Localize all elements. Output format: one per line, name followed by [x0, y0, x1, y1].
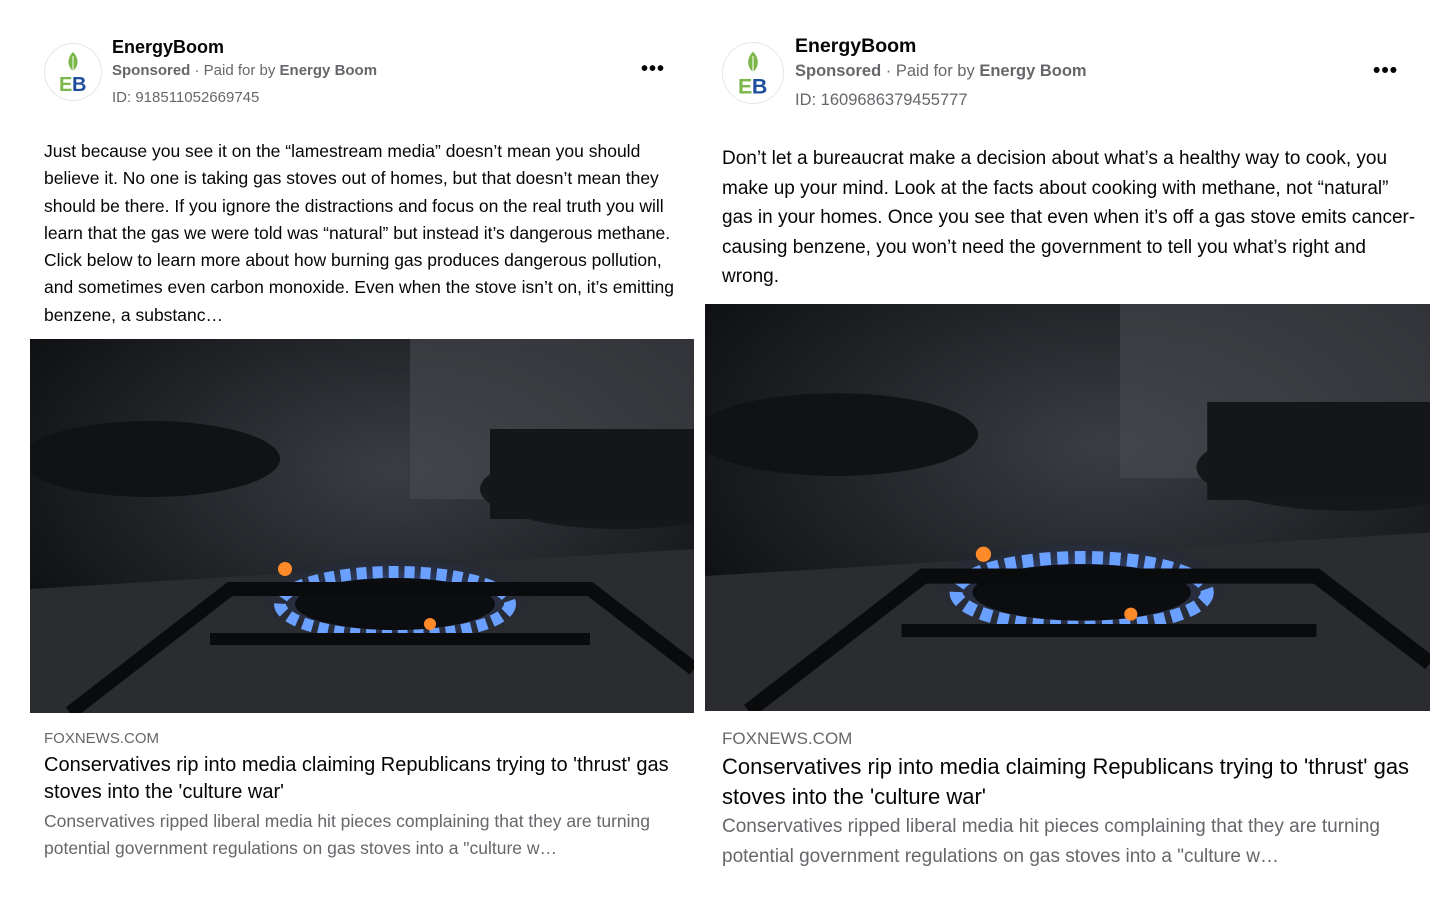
svg-text:E: E	[59, 74, 72, 96]
link-description[interactable]: Conservatives ripped liberal media hit p…	[722, 812, 1422, 871]
energyboom-logo-icon: E B	[738, 51, 767, 98]
advertiser-avatar[interactable]: E B	[44, 43, 102, 101]
sponsored-label: Sponsored	[112, 62, 191, 79]
link-description[interactable]: Conservatives ripped liberal media hit p…	[44, 808, 684, 862]
paid-for-prefix: · Paid for by	[881, 62, 980, 80]
svg-text:B: B	[752, 74, 767, 98]
advertiser-avatar[interactable]: E B	[722, 42, 784, 104]
gas-stove-burner-image	[30, 339, 694, 713]
ad-body-text: Don’t let a bureaucrat make a decision a…	[722, 148, 1416, 288]
ad-id: ID: 918511052669745	[112, 89, 260, 106]
more-options-icon[interactable]: •••	[1373, 59, 1398, 83]
sponsored-line: Sponsored · Paid for by Energy Boom	[112, 62, 377, 79]
svg-text:E: E	[738, 74, 752, 98]
advertiser-name[interactable]: EnergyBoom	[112, 37, 224, 58]
gas-stove-burner-image	[705, 304, 1430, 711]
ad-id: ID: 1609686379455777	[795, 91, 968, 109]
ad-body-text: Just because you see it on the “lamestre…	[44, 141, 675, 325]
ad-card-1: E B EnergyBoom Sponsored · Paid for by E…	[0, 0, 705, 901]
sponsored-label: Sponsored	[795, 62, 882, 80]
link-headline[interactable]: Conservatives rip into media claiming Re…	[722, 752, 1422, 812]
link-headline[interactable]: Conservatives rip into media claiming Re…	[44, 752, 684, 806]
paid-for-prefix: · Paid for by	[190, 62, 280, 79]
ad-image-gas-stove[interactable]	[705, 304, 1430, 711]
more-options-icon[interactable]: •••	[641, 58, 665, 81]
paid-for-by-name[interactable]: Energy Boom	[280, 62, 378, 79]
sponsored-line: Sponsored · Paid for by Energy Boom	[795, 62, 1087, 81]
energyboom-logo-icon: E B	[59, 52, 86, 96]
ad-image-gas-stove[interactable]	[30, 339, 694, 713]
ad-card-2: E B EnergyBoom Sponsored · Paid for by E…	[705, 0, 1456, 901]
link-domain[interactable]: FOXNEWS.COM	[44, 730, 159, 747]
svg-text:B: B	[72, 74, 86, 96]
link-domain[interactable]: FOXNEWS.COM	[722, 729, 852, 749]
advertiser-name[interactable]: EnergyBoom	[795, 35, 916, 58]
paid-for-by-name[interactable]: Energy Boom	[979, 62, 1086, 80]
